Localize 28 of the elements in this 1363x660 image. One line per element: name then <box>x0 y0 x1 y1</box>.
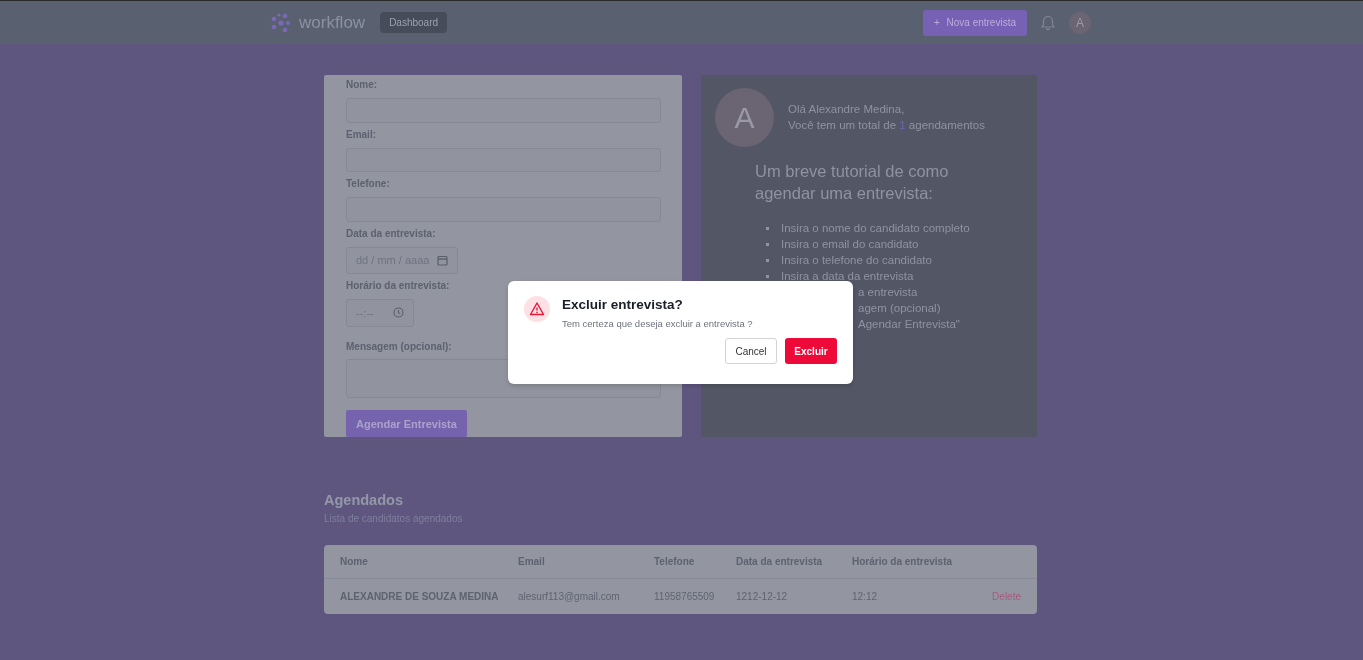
submit-button[interactable]: Agendar Entrevista <box>346 410 467 437</box>
delete-link[interactable]: Delete <box>992 591 1021 602</box>
clock-icon[interactable] <box>393 307 404 319</box>
dialog-message: Tem certeza que deseja excluir a entrevista ? <box>562 318 753 329</box>
nav-tab[interactable]: Dashboard <box>380 12 448 33</box>
greeting-text: Olá Alexandre Medina, <box>788 102 906 117</box>
delete-button[interactable]: Excluir <box>785 338 837 364</box>
appointment-count-text: Você tem um total de 1 agendamentos <box>788 118 985 133</box>
notification-bell-icon[interactable] <box>1041 14 1055 31</box>
tutorial-step: Insira a data da entrevista <box>781 270 914 282</box>
bullet-icon <box>766 258 769 262</box>
time-field[interactable]: --:-- <box>346 298 414 327</box>
new-interview-button[interactable]: + Nova entrevista <box>922 9 1027 36</box>
dialog-title: Excluir entrevista? <box>562 297 684 312</box>
bullet-icon <box>766 274 769 278</box>
tutorial-step: agem (opcional) <box>858 302 941 314</box>
logo-icon <box>270 11 292 34</box>
calendar-icon[interactable] <box>437 254 448 266</box>
warning-icon <box>524 296 550 322</box>
bullet-icon <box>766 242 769 246</box>
tutorial-step: Insira o email do candidato <box>781 238 919 250</box>
tutorial-step: Agendar Entrevista" <box>858 318 960 330</box>
tutorial-step: Insira o nome do candidato completo <box>781 222 970 234</box>
cancel-button[interactable]: Cancel <box>725 338 777 364</box>
tutorial-step: Insira o telefone do candidato <box>781 254 932 266</box>
section-title: Agendados <box>324 492 404 508</box>
bullet-icon <box>766 226 769 230</box>
tutorial-title: Um breve tutorial de como agendar uma entrevista: <box>755 161 950 204</box>
